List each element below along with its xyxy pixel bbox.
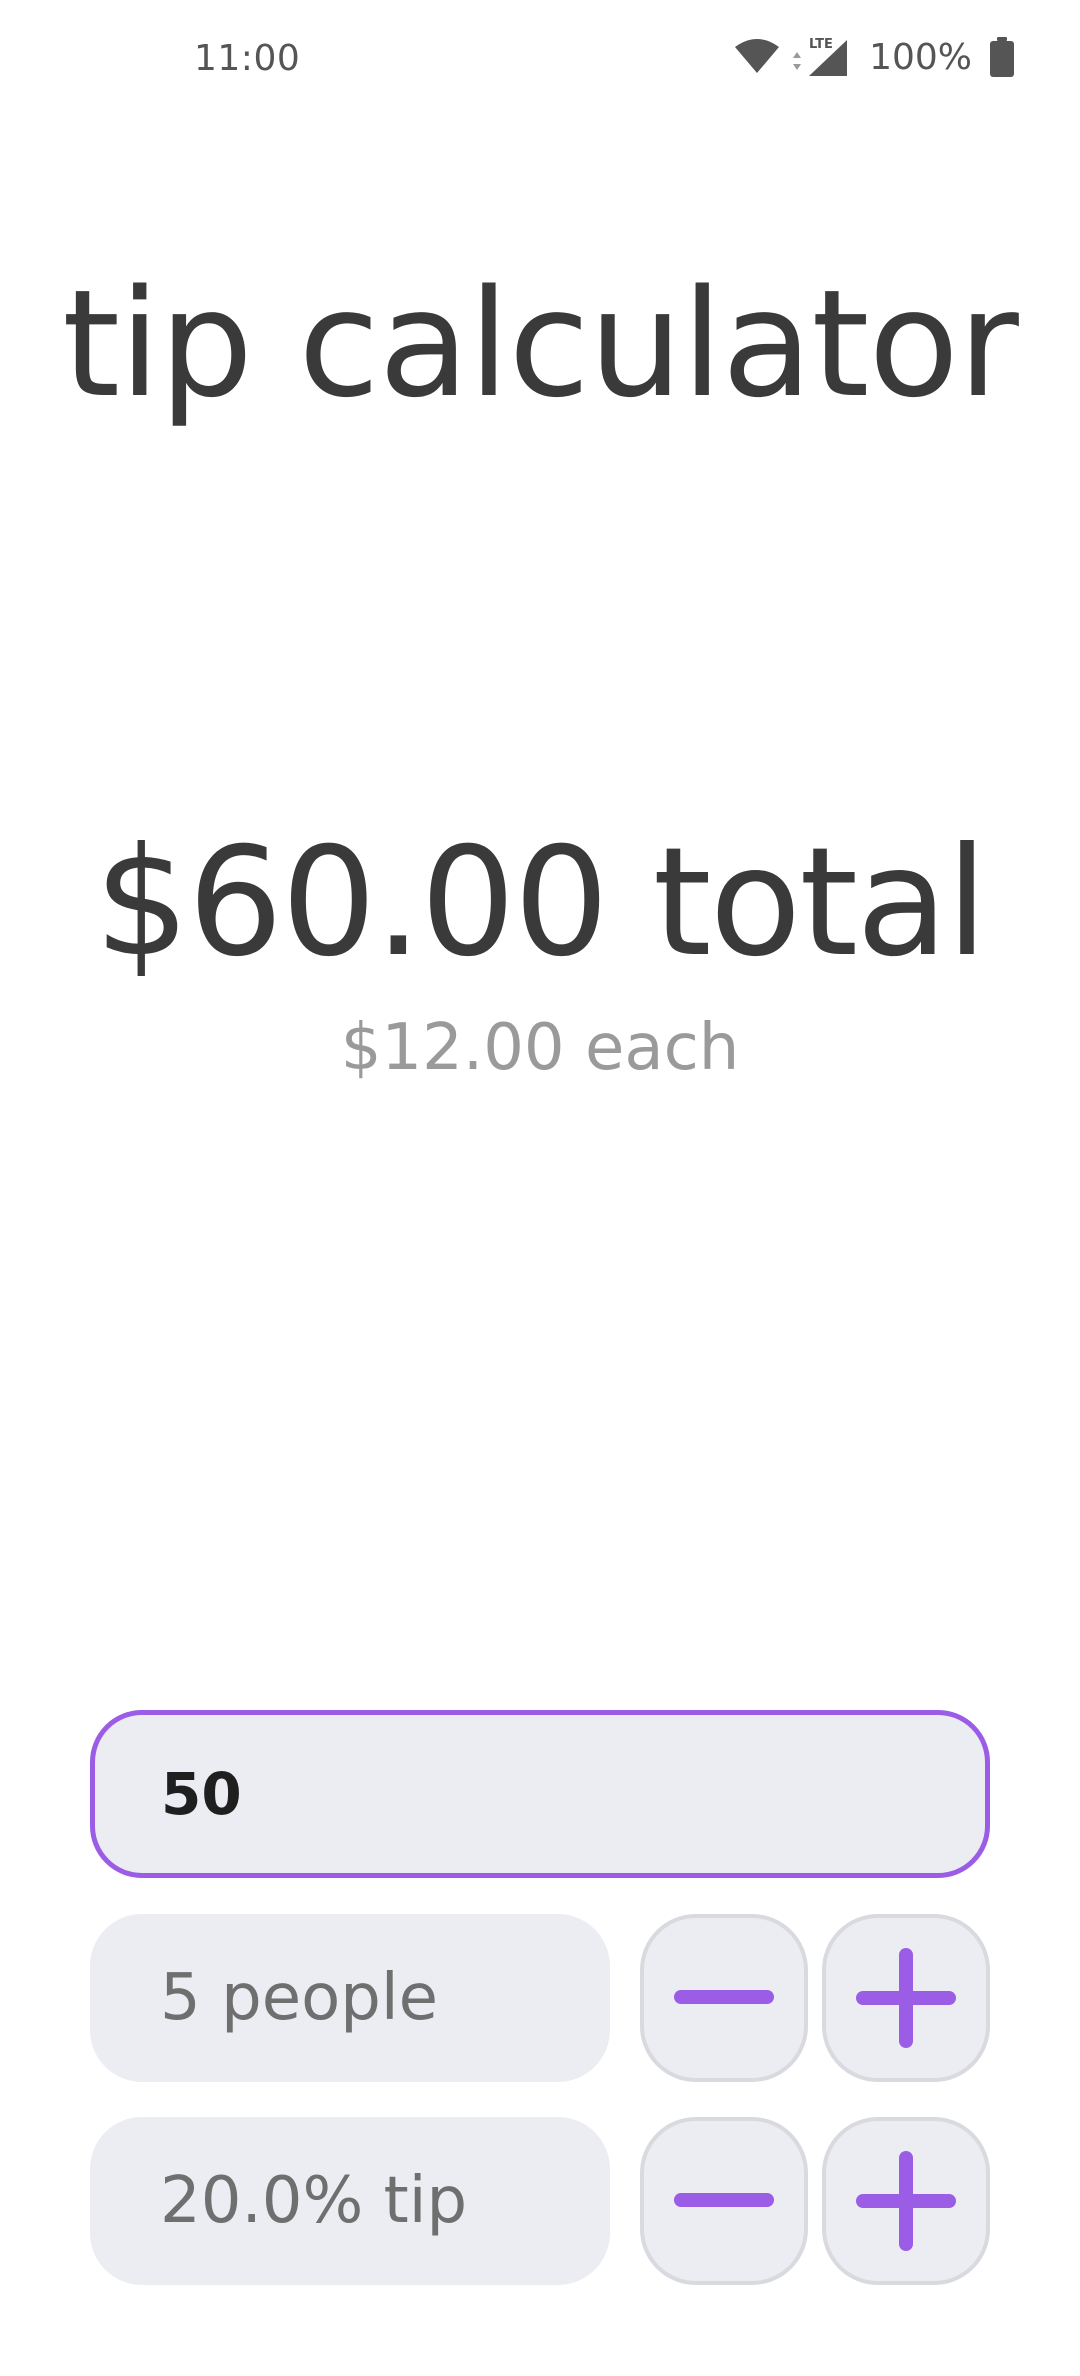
people-count-field: 5 people [90, 1914, 610, 2082]
wifi-icon [733, 37, 781, 77]
svg-text:LTE: LTE [809, 37, 833, 52]
minus-icon [674, 1990, 774, 2006]
battery-icon [990, 37, 1014, 77]
people-count-label: 5 people [160, 1961, 438, 2035]
tip-decrement-button[interactable] [640, 2117, 808, 2285]
tip-percentage-field: 20.0% tip [90, 2117, 610, 2285]
plus-icon [856, 2151, 956, 2251]
battery-percentage: 100% [869, 36, 972, 78]
minus-icon [674, 2193, 774, 2209]
plus-icon [856, 1948, 956, 2048]
network-type-label: LTE [791, 78, 792, 79]
tip-percentage-label: 20.0% tip [160, 2164, 468, 2238]
bill-amount-input[interactable] [95, 1715, 985, 1873]
status-bar: 11:00 LTE LTE 100% [0, 0, 1080, 120]
total-amount: $60.00 total [94, 816, 988, 990]
page-title: tip calculator [62, 258, 1019, 430]
status-icons: LTE LTE 100% [733, 36, 1014, 78]
status-time: 11:00 [194, 38, 301, 79]
people-increment-button[interactable] [822, 1914, 990, 2082]
people-decrement-button[interactable] [640, 1914, 808, 2082]
cellular-lte-icon: LTE LTE [791, 36, 849, 78]
per-person-amount: $12.00 each [340, 1011, 740, 1085]
tip-increment-button[interactable] [822, 2117, 990, 2285]
bill-amount-field[interactable] [90, 1710, 990, 1878]
